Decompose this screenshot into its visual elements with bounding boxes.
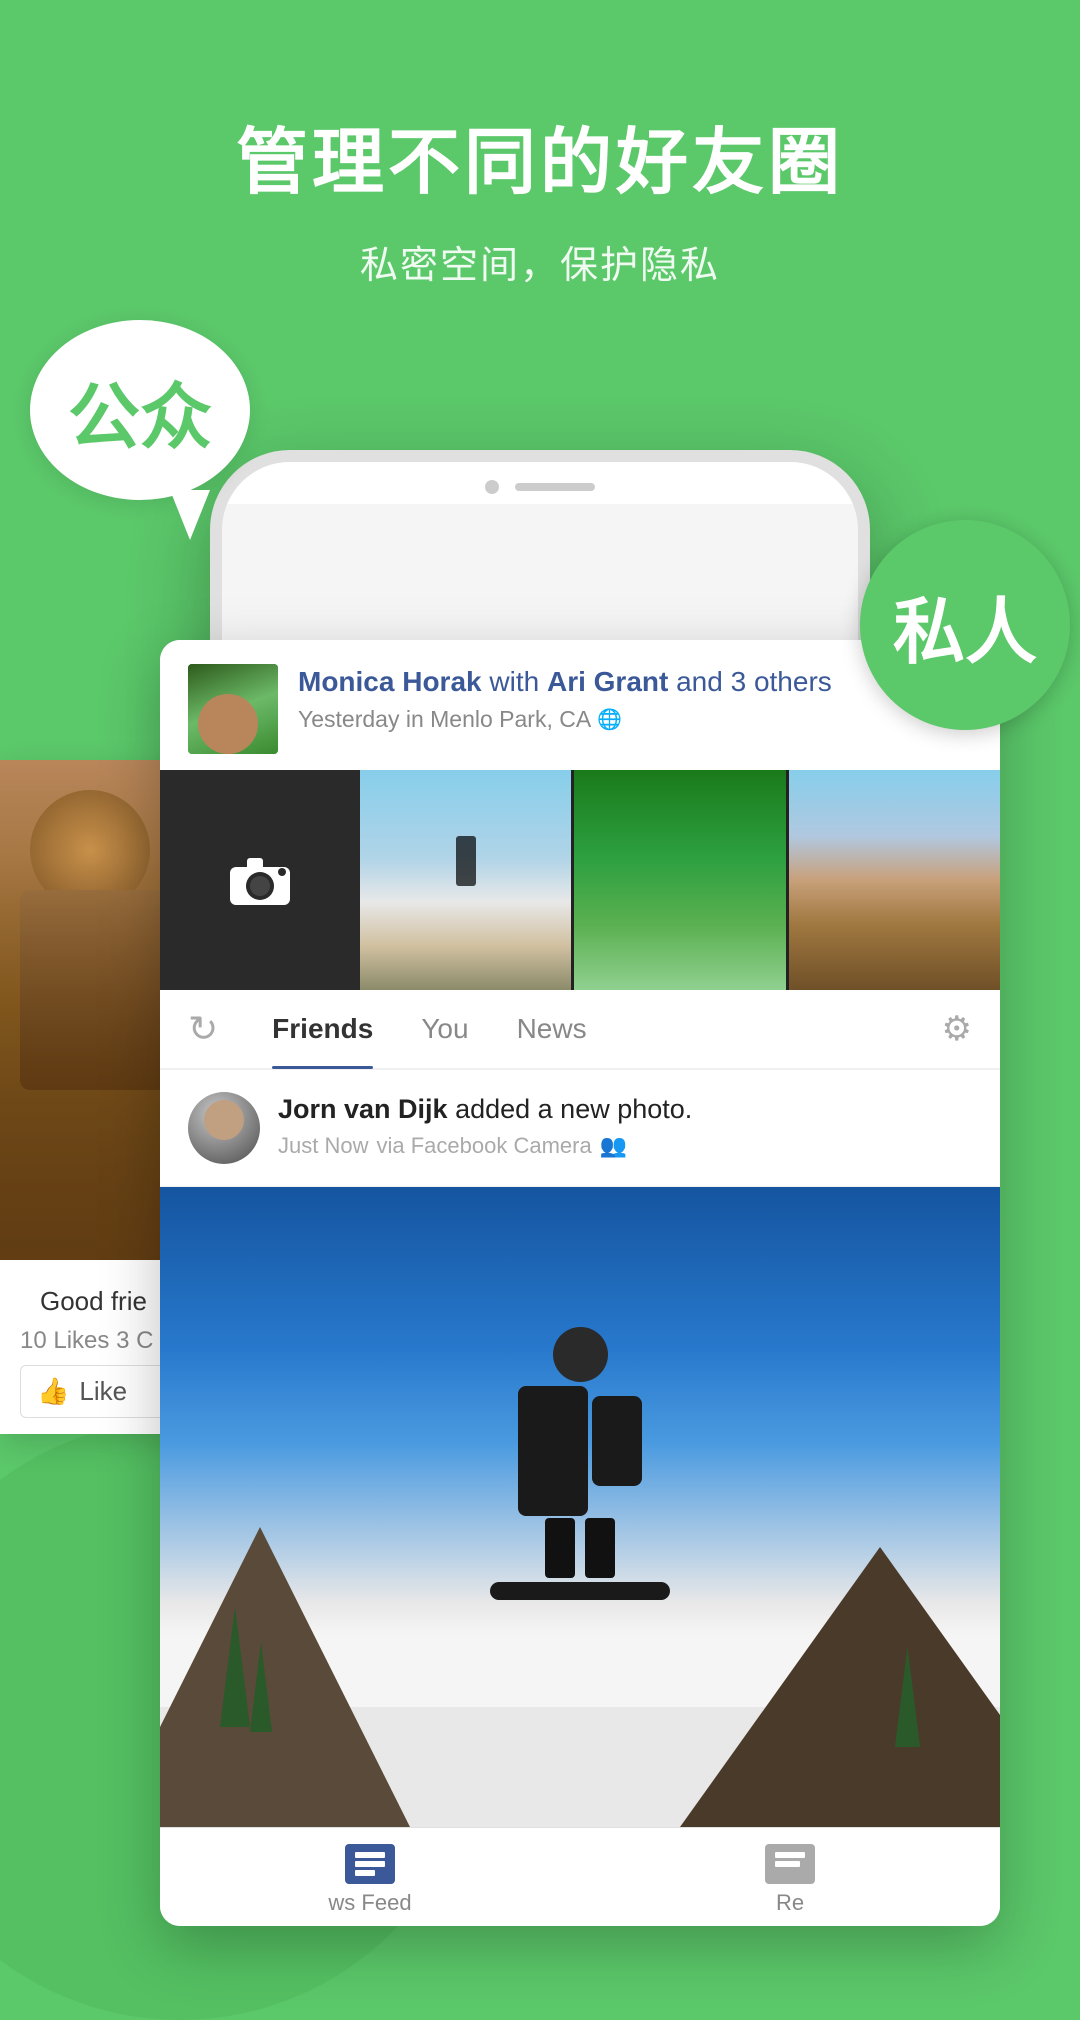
sb-backpack: [592, 1396, 642, 1486]
post-author-avatar: [188, 664, 278, 754]
phone-home-bar: [515, 483, 595, 491]
snowboarder-figure: [490, 1327, 670, 1667]
tab-friends[interactable]: Friends: [248, 989, 397, 1069]
tab-news[interactable]: News: [493, 989, 611, 1069]
private-bubble: 私人: [860, 520, 1070, 730]
like-button[interactable]: 👍 Like: [20, 1365, 180, 1418]
bottom-tab-recent[interactable]: Re: [580, 1844, 1000, 1916]
post-preview-text: Good frie: [20, 1276, 180, 1327]
photo-thumbnails: [360, 770, 1000, 990]
public-bubble: 公众: [30, 320, 250, 500]
activity-text: Jorn van Dijk added a new photo. Just No…: [278, 1092, 972, 1159]
recent-icon-svg: [775, 1852, 805, 1877]
avatar-image: [188, 664, 278, 754]
feed-label: ws Feed: [328, 1890, 411, 1916]
refresh-icon[interactable]: ↻: [188, 1008, 218, 1050]
friends-nav: ↻ Friends You News ⚙: [160, 990, 1000, 1070]
gear-icon[interactable]: ⚙: [942, 1009, 972, 1049]
bottom-tab-feed[interactable]: ws Feed: [160, 1844, 580, 1916]
photo-thumb-2: [574, 770, 785, 990]
header-section: 管理不同的好友圈 私密空间，保护隐私: [0, 0, 1080, 289]
photo-thumb-3: [789, 770, 1000, 990]
recent-label: Re: [776, 1890, 804, 1916]
activity-avatar: [188, 1092, 260, 1164]
private-label: 私人: [893, 573, 1037, 678]
activity-subtitle: Just Now via Facebook Camera 👥: [278, 1133, 972, 1159]
post-location: Yesterday in Menlo Park, CA 🌐: [298, 706, 972, 733]
post-meta: Monica Horak with Ari Grant and 3 others…: [298, 664, 972, 733]
page-title: 管理不同的好友圈: [0, 120, 1080, 206]
newsfeed-icon: [345, 1844, 395, 1884]
like-thumb-icon: 👍: [37, 1376, 69, 1407]
photo-thumb-1: [360, 770, 571, 990]
recent-icon: [765, 1844, 815, 1884]
likes-count: 10 Likes 3 C: [20, 1327, 180, 1355]
sb-head: [553, 1327, 608, 1382]
activity-row: Jorn van Dijk added a new photo. Just No…: [160, 1070, 1000, 1187]
public-label: 公众: [68, 358, 212, 463]
tab-you[interactable]: You: [397, 989, 492, 1069]
sb-board: [490, 1582, 670, 1600]
camera-icon: [225, 853, 295, 908]
avatar-photo: [188, 1092, 260, 1164]
phone-top-bar: [222, 462, 858, 504]
main-post-card: Monica Horak with Ari Grant and 3 others…: [160, 640, 1000, 1926]
activity-title: Jorn van Dijk added a new photo.: [278, 1092, 972, 1127]
friends-icon: 👥: [600, 1133, 627, 1159]
like-label: Like: [79, 1376, 127, 1407]
phone-camera: [485, 480, 499, 494]
globe-icon: 🌐: [597, 707, 622, 732]
snowboarder-photo: [160, 1187, 1000, 1827]
photo-strip: [160, 770, 1000, 990]
camera-cell[interactable]: [160, 770, 360, 990]
page-subtitle: 私密空间，保护隐私: [0, 234, 1080, 289]
sb-body: [518, 1386, 588, 1516]
feed-icon-svg: [355, 1852, 385, 1877]
sb-legs: [545, 1518, 615, 1578]
bottom-nav: ws Feed Re: [160, 1827, 1000, 1926]
